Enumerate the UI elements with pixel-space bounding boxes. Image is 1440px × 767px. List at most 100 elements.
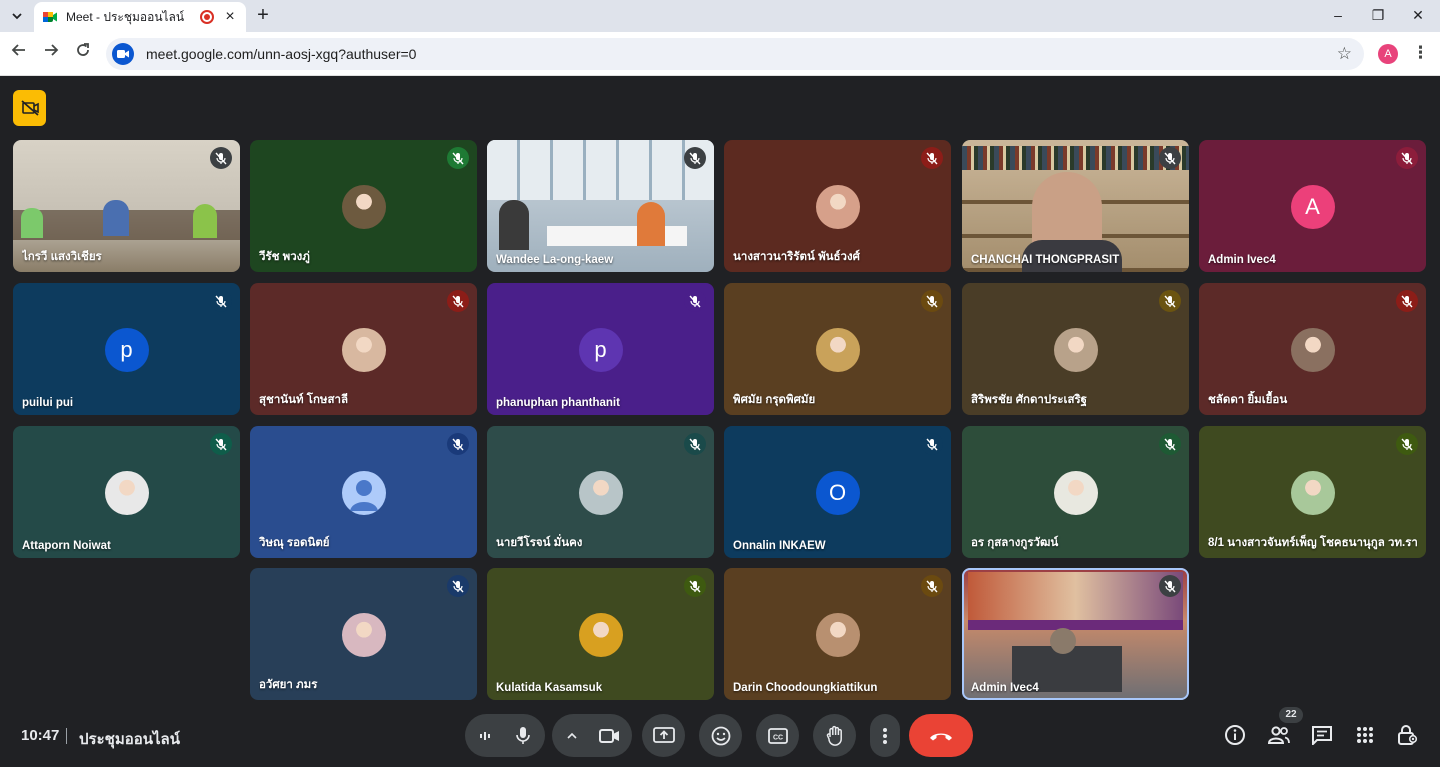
browser-tab-strip: Meet - ประชุมออนไลน์ × + – ❐ ✕: [0, 0, 1440, 32]
participant-name: นางสาวนาริรัตน์ พันธ์วงศ์: [733, 251, 860, 263]
participant-tile[interactable]: วีรัช พวงภู่: [250, 140, 477, 272]
participant-tile[interactable]: พิศมัย กรุดพิศมัย: [724, 283, 951, 415]
participant-video: [487, 140, 714, 272]
video-off-notice-icon[interactable]: [13, 90, 46, 126]
apps-grid-icon: [1357, 727, 1373, 743]
url-text: meet.google.com/unn-aosj-xgq?authuser=0: [146, 46, 417, 62]
browser-tab-meet[interactable]: Meet - ประชุมออนไลน์ ×: [34, 2, 246, 32]
site-camera-icon[interactable]: [112, 43, 134, 65]
participant-name: วิษณุ รอดนิตย์: [259, 537, 330, 549]
participant-initial-avatar: A: [1290, 185, 1335, 229]
participant-tile[interactable]: Kulatida Kasamsuk: [487, 568, 714, 700]
mic-off-icon: [1159, 290, 1181, 312]
microphone-icon[interactable]: [503, 726, 543, 746]
participant-name: Kulatida Kasamsuk: [496, 682, 603, 694]
mic-off-icon: [921, 575, 943, 597]
window-close-button[interactable]: ✕: [1398, 4, 1438, 26]
participant-tile[interactable]: อวัศยา ภมร: [250, 568, 477, 700]
participant-tile[interactable]: Wandee La-ong-kaew: [487, 140, 714, 272]
browser-menu-icon[interactable]: ⋮: [1412, 43, 1429, 63]
participant-tile[interactable]: สิริพรชัย ศักดาประเสริฐ: [962, 283, 1189, 415]
participant-tile[interactable]: นายวีโรจน์ มั่นคง: [487, 426, 714, 558]
audio-level-icon[interactable]: [467, 730, 503, 742]
participant-count-badge: 22: [1279, 707, 1303, 723]
host-controls-button[interactable]: [1395, 722, 1421, 748]
participant-tile[interactable]: Admin Ivec4: [962, 568, 1189, 700]
mic-off-icon: [684, 575, 706, 597]
time-divider: [66, 728, 67, 744]
reload-icon[interactable]: [72, 42, 94, 64]
participant-name: ไกรวี แสงวิเชียร: [22, 251, 102, 263]
tab-search-chevron-icon[interactable]: [6, 5, 28, 27]
participant-tile[interactable]: Attaporn Noiwat: [13, 426, 240, 558]
activities-button[interactable]: [1352, 722, 1378, 748]
participant-name: puilui pui: [22, 397, 74, 409]
people-icon: [1267, 726, 1290, 744]
reactions-button[interactable]: [699, 714, 742, 757]
participant-name: Admin Ivec4: [1208, 254, 1276, 266]
mic-off-icon: [210, 433, 232, 455]
participant-profile-photo: [578, 471, 623, 515]
participant-tile[interactable]: 8/1 นางสาวจันทร์เพ็ญ โชคธนานุกูล วท.ราชบ…: [1199, 426, 1426, 558]
participant-initial-avatar: O: [815, 471, 860, 515]
participant-tile[interactable]: p puilui pui: [13, 283, 240, 415]
participant-name: Attaporn Noiwat: [22, 540, 111, 552]
mic-off-icon: [447, 290, 469, 312]
profile-avatar[interactable]: A: [1378, 44, 1398, 64]
forward-arrow-icon[interactable]: [40, 42, 62, 64]
participant-profile-photo: [1053, 328, 1098, 372]
participant-name: วีรัช พวงภู่: [259, 251, 310, 263]
participant-name: Darin Choodoungkiattikun: [733, 682, 878, 694]
bookmark-star-icon[interactable]: ☆: [1337, 44, 1352, 64]
mic-off-icon: [1159, 575, 1181, 597]
participant-tile[interactable]: วิษณุ รอดนิตย์: [250, 426, 477, 558]
participant-profile-photo: [1290, 328, 1335, 372]
participant-name: CHANCHAI THONGPRASIT: [971, 254, 1120, 266]
participant-name: สุชานันท์ โกษสาลี: [259, 394, 349, 406]
captions-button[interactable]: CC: [756, 714, 799, 757]
new-tab-icon[interactable]: +: [252, 4, 274, 26]
participant-tile[interactable]: Darin Choodoungkiattikun: [724, 568, 951, 700]
mic-off-icon: [684, 290, 706, 312]
address-bar[interactable]: meet.google.com/unn-aosj-xgq?authuser=0 …: [106, 38, 1364, 70]
meet-favicon-icon: [42, 9, 58, 25]
camera-options-chevron-icon[interactable]: [554, 732, 590, 740]
mic-off-icon: [1159, 433, 1181, 455]
participant-profile-photo: [341, 185, 386, 229]
participant-tile[interactable]: อร กุสลางกูรวัฒน์: [962, 426, 1189, 558]
participant-tile[interactable]: สุชานันท์ โกษสาลี: [250, 283, 477, 415]
participant-tile[interactable]: ไกรวี แสงวิเชียร: [13, 140, 240, 272]
people-button[interactable]: [1266, 722, 1292, 748]
present-screen-icon: [652, 726, 675, 743]
raise-hand-button[interactable]: [813, 714, 856, 757]
chat-button[interactable]: [1309, 722, 1335, 748]
participant-video: [962, 568, 1189, 700]
participant-tile[interactable]: O Onnalin INKAEW: [724, 426, 951, 558]
participant-name: Wandee La-ong-kaew: [496, 254, 614, 266]
mic-off-icon: [210, 147, 232, 169]
mic-off-icon: [1396, 290, 1418, 312]
leave-call-button[interactable]: [909, 714, 973, 757]
tab-title: Meet - ประชุมออนไลน์: [66, 9, 185, 24]
more-options-button[interactable]: [870, 714, 900, 757]
participant-tile[interactable]: A Admin Ivec4: [1199, 140, 1426, 272]
back-arrow-icon[interactable]: [8, 42, 30, 64]
captions-icon: CC: [767, 727, 788, 744]
participant-tile[interactable]: p phanuphan phanthanit: [487, 283, 714, 415]
mic-off-icon: [210, 290, 232, 312]
mic-off-icon: [1396, 433, 1418, 455]
window-minimize-button[interactable]: –: [1318, 4, 1358, 26]
participant-tile[interactable]: CHANCHAI THONGPRASIT: [962, 140, 1189, 272]
participant-name: Onnalin INKAEW: [733, 540, 826, 552]
tab-close-icon[interactable]: ×: [222, 9, 238, 25]
participant-tile[interactable]: ชลัดดา ยิ้มเยื้อน: [1199, 283, 1426, 415]
camera-icon[interactable]: [590, 728, 630, 744]
meeting-details-button[interactable]: [1222, 722, 1248, 748]
present-screen-button[interactable]: [642, 714, 685, 757]
recording-indicator-icon: [200, 10, 214, 24]
participant-tile[interactable]: นางสาวนาริรัตน์ พันธ์วงศ์: [724, 140, 951, 272]
mic-off-icon: [921, 290, 943, 312]
lock-person-icon: [1398, 725, 1418, 745]
participant-profile-photo: [815, 613, 860, 657]
window-restore-button[interactable]: ❐: [1358, 4, 1398, 26]
